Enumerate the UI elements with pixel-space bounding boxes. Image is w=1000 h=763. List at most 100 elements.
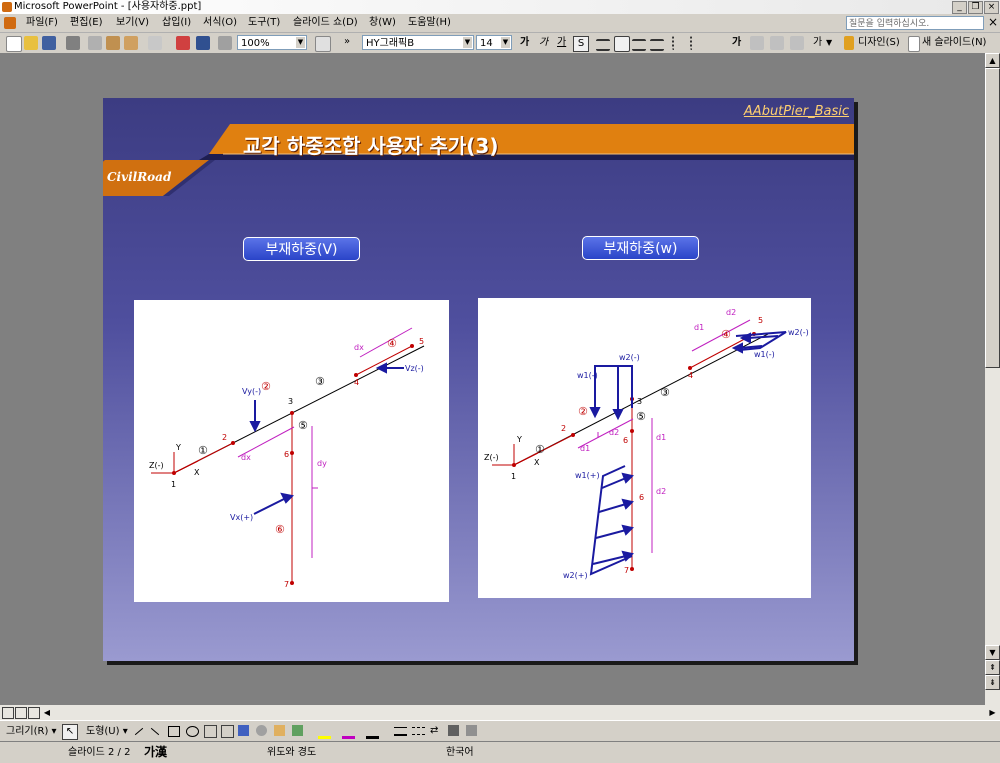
font-size-combo[interactable]: 14 ▼: [476, 35, 512, 50]
slide-sorter-icon[interactable]: [15, 707, 27, 719]
scroll-left-icon[interactable]: ◀: [40, 705, 54, 720]
italic-button[interactable]: 가: [539, 36, 548, 50]
animation-icon[interactable]: [790, 36, 804, 50]
doc-close-icon[interactable]: ×: [988, 15, 998, 29]
close-button[interactable]: ×: [984, 1, 999, 14]
align-right-icon[interactable]: [632, 39, 646, 51]
oval-icon[interactable]: [186, 726, 199, 737]
left-label-z: Z(-): [149, 461, 164, 470]
line-color-icon[interactable]: [342, 725, 355, 739]
font-color-icon[interactable]: [366, 725, 379, 739]
menu-slideshow[interactable]: 슬라이드 쇼(D): [293, 16, 358, 30]
table-icon[interactable]: [196, 36, 210, 50]
formatting-toolbar: 100% ▼ » HY그래픽B ▼ 14 ▼ 가 가 가 S 가 가 ▼ 디자인…: [0, 33, 1000, 54]
menu-window[interactable]: 창(W): [369, 16, 396, 30]
left-load-vy: Vy(-): [242, 387, 261, 396]
scroll-thumb[interactable]: [985, 68, 1000, 368]
vertical-textbox-icon[interactable]: [221, 725, 234, 738]
bullets-icon[interactable]: [690, 36, 706, 50]
design-icon[interactable]: [844, 36, 854, 50]
bold-button[interactable]: 가: [520, 36, 529, 50]
minimize-button[interactable]: _: [952, 1, 967, 14]
menu-file[interactable]: 파일(F): [26, 16, 58, 30]
help-icon[interactable]: [315, 36, 331, 52]
slide[interactable]: AAbutPier_Basic 교각 하중조합 사용자 추가(3) CivilR…: [103, 98, 854, 661]
align-center-icon[interactable]: [614, 36, 630, 52]
shadow-button[interactable]: S: [573, 36, 589, 52]
dash-style-icon[interactable]: [412, 727, 425, 735]
new-icon[interactable]: [6, 36, 22, 52]
align-left-icon[interactable]: [596, 39, 610, 51]
3d-style-icon[interactable]: [466, 725, 477, 736]
save-icon[interactable]: [42, 36, 56, 50]
shadow-style-icon[interactable]: [448, 725, 459, 736]
increase-indent-icon[interactable]: [770, 36, 784, 50]
diagram-right-panel: Z(-) Y X 1 2 3 4 5 6 6 7 ① ② ③ ④ ⑤ w1(-)…: [478, 298, 811, 598]
menu-tools[interactable]: 도구(T): [248, 16, 280, 30]
prev-slide-icon[interactable]: ⇞: [985, 660, 1000, 675]
menu-insert[interactable]: 삽입(I): [162, 16, 191, 30]
picture-icon[interactable]: [292, 725, 303, 736]
grid-icon[interactable]: [218, 36, 232, 50]
powerpoint-app-icon[interactable]: [2, 2, 12, 12]
font-combo[interactable]: HY그래픽B ▼: [362, 35, 474, 50]
textbox-icon[interactable]: [204, 725, 217, 738]
open-icon[interactable]: [24, 36, 38, 50]
chart-icon[interactable]: [176, 36, 190, 50]
status-bar: 슬라이드 2 / 2 가漢 위도와 경도 한국어: [0, 741, 1000, 763]
diagram-icon[interactable]: [256, 725, 267, 736]
document-icon[interactable]: [4, 17, 16, 29]
design-button[interactable]: 디자인(S): [858, 36, 900, 50]
next-slide-icon[interactable]: ⇟: [985, 675, 1000, 690]
line-icon[interactable]: [134, 727, 144, 736]
slideshow-view-icon[interactable]: [28, 707, 40, 719]
more-icon[interactable]: »: [344, 36, 358, 50]
arrow-style-icon[interactable]: ⇄: [430, 725, 443, 736]
menu-edit[interactable]: 편집(E): [70, 16, 103, 30]
grow-font-button[interactable]: 가: [732, 36, 741, 50]
title-bar: Microsoft PowerPoint - [사용자하중.ppt] _ ❐ ×: [0, 0, 1000, 15]
justify-icon[interactable]: [650, 39, 664, 51]
normal-view-icon[interactable]: [2, 707, 14, 719]
chevron-down-icon[interactable]: ▼: [826, 36, 832, 50]
underline-button[interactable]: 가: [557, 36, 566, 50]
left-dim-dy-label: dy: [317, 459, 327, 468]
menu-format[interactable]: 서식(O): [203, 16, 237, 30]
right-load-w2p: w2(+): [563, 571, 588, 580]
numbering-icon[interactable]: [672, 36, 688, 50]
font-color-button[interactable]: 가: [813, 36, 822, 50]
ask-question-input[interactable]: 질문을 입력하십시오.: [846, 16, 984, 30]
diagram-left: Z(-) Y X 1 2 3 4 5 6 7 ① ② ③ ④ ⑤ ⑥ Vy(-)…: [149, 327, 425, 589]
copy-icon[interactable]: [88, 36, 102, 50]
menu-view[interactable]: 보기(V): [116, 16, 149, 30]
select-arrow-icon[interactable]: ↖: [62, 724, 78, 740]
rectangle-icon[interactable]: [168, 726, 180, 737]
left-label-x: X: [194, 468, 200, 477]
horizontal-scrollbar[interactable]: ◀ ▶: [0, 705, 1000, 720]
format-painter-icon[interactable]: [124, 36, 138, 50]
scroll-down-icon[interactable]: ▼: [985, 645, 1000, 660]
new-slide-icon[interactable]: [908, 36, 920, 52]
scroll-up-icon[interactable]: ▲: [985, 53, 1000, 68]
autoshapes-button[interactable]: 도형(U) ▾: [86, 725, 128, 739]
paste-icon[interactable]: [106, 36, 120, 50]
line-style-icon[interactable]: [394, 727, 407, 736]
menu-help[interactable]: 도움말(H): [408, 16, 451, 30]
wordart-icon[interactable]: [238, 725, 249, 736]
fill-color-icon[interactable]: [318, 725, 331, 739]
decrease-indent-icon[interactable]: [750, 36, 764, 50]
clipart-icon[interactable]: [274, 725, 285, 736]
font-value: HY그래픽B: [366, 38, 415, 49]
undo-icon[interactable]: [148, 36, 162, 50]
vertical-scrollbar[interactable]: ▲ ▼ ⇞ ⇟: [985, 53, 1000, 705]
arrow-icon[interactable]: [150, 727, 160, 736]
zoom-combo[interactable]: 100% ▼: [237, 35, 307, 50]
new-slide-button[interactable]: 새 슬라이드(N): [922, 36, 986, 50]
draw-menu-button[interactable]: 그리기(R) ▾: [6, 725, 57, 739]
right-member-1: ①: [535, 443, 545, 456]
ime-indicator[interactable]: 가漢: [144, 745, 174, 760]
scroll-right-icon[interactable]: ▶: [985, 705, 1000, 720]
maximize-button[interactable]: ❐: [968, 1, 983, 14]
print-icon[interactable]: [66, 36, 80, 50]
right-node-1: 1: [511, 472, 516, 481]
